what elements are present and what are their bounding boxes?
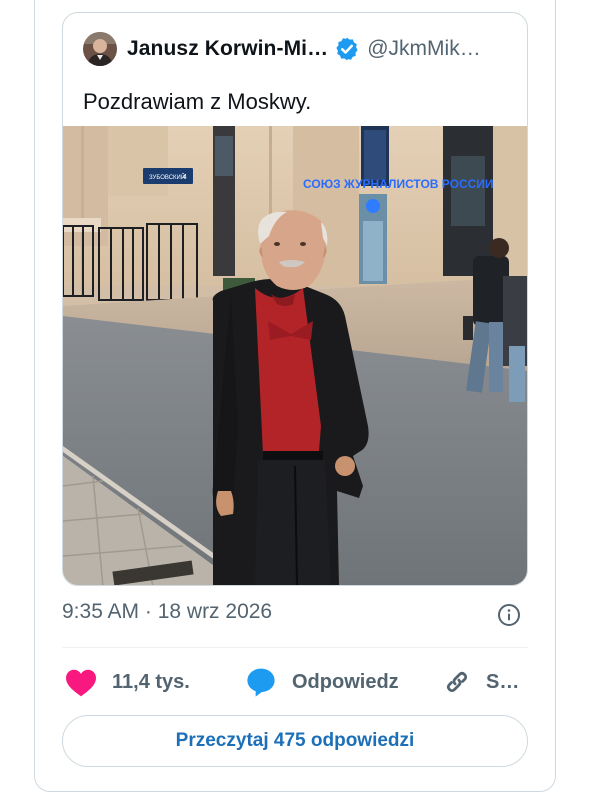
avatar[interactable] xyxy=(83,32,117,66)
street-sign-number: 4 xyxy=(183,174,187,181)
building-sign-text: СОЮЗ ЖУРНАЛИСТОВ РОССИИ xyxy=(303,177,494,191)
street-sign-text: ЗУБОВСКИЙ xyxy=(149,173,185,181)
like-button[interactable]: 11,4 tys. xyxy=(64,664,190,700)
tweet-photo[interactable]: ЗУБОВСКИЙ 4 СОЮЗ ЖУРНАЛИСТОВ РОССИИ xyxy=(63,126,527,585)
author-row[interactable]: Janusz Korwin-Mi… @JkmMik… xyxy=(83,31,513,67)
copy-link-button[interactable]: S… xyxy=(442,664,519,700)
read-replies-button[interactable]: Przeczytaj 475 odpowiedzi xyxy=(62,715,528,767)
link-icon xyxy=(446,671,468,693)
tweet-text: Pozdrawiam z Moskwy. xyxy=(83,89,312,114)
speech-bubble-icon xyxy=(247,668,275,697)
share-label: S… xyxy=(486,670,520,693)
tweet-card[interactable]: Janusz Korwin-Mi… @JkmMik… Pozdrawiam z … xyxy=(62,12,528,586)
verified-badge-icon xyxy=(336,37,358,61)
tweet-timestamp[interactable]: 9:35 AM · 18 wrz 2026 xyxy=(62,600,272,624)
author-name[interactable]: Janusz Korwin-Mi… xyxy=(127,37,328,61)
author-handle[interactable]: @JkmMik… xyxy=(367,37,480,61)
like-count: 11,4 tys. xyxy=(112,670,190,693)
divider xyxy=(62,647,528,648)
info-icon[interactable] xyxy=(497,603,521,627)
heart-icon xyxy=(66,669,96,697)
reply-label: Odpowiedz xyxy=(292,670,399,693)
reply-button[interactable]: Odpowiedz xyxy=(244,664,399,700)
